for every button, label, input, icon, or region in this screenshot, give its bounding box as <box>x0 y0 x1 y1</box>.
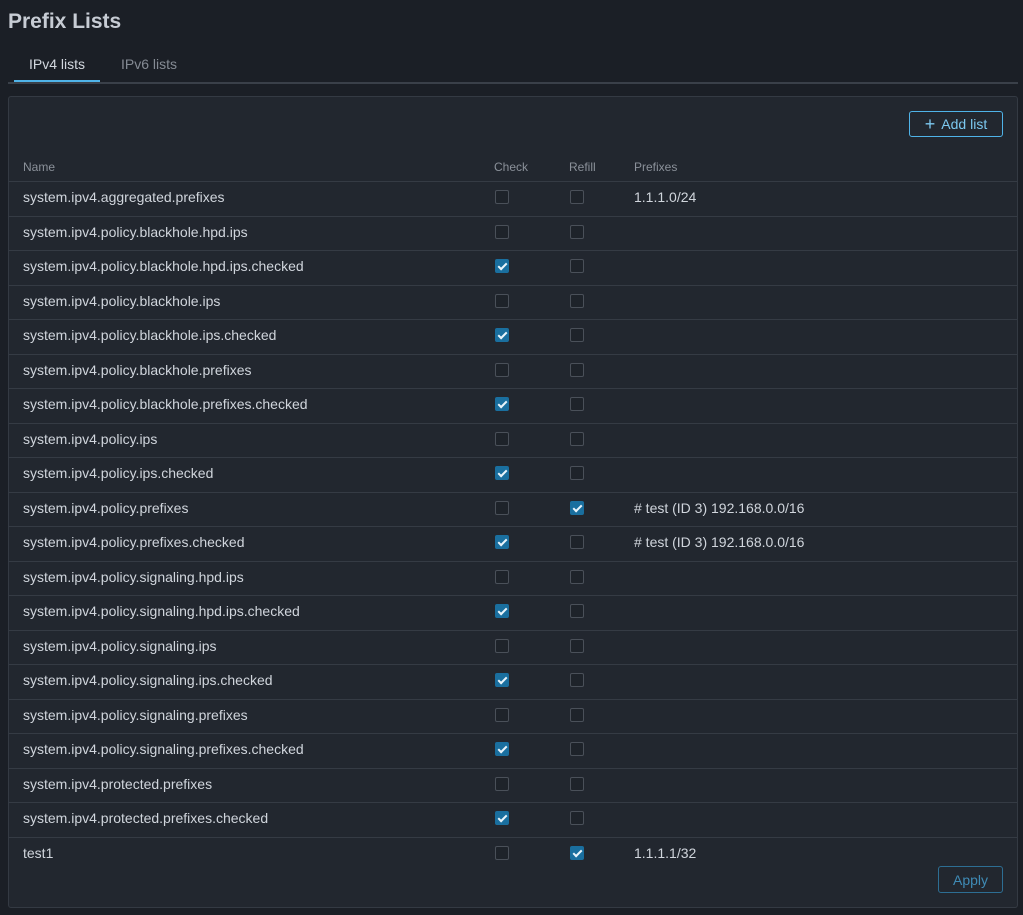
check-checkbox[interactable] <box>495 569 509 584</box>
add-list-button[interactable]: + Add list <box>909 111 1003 137</box>
refill-checkbox[interactable] <box>570 431 584 446</box>
row-prefixes: # test (ID 3) 192.168.0.0/16 <box>634 499 805 516</box>
table-row: system.ipv4.policy.blackhole.prefixes <box>9 355 1017 389</box>
table-row: system.ipv4.policy.blackhole.ips.checked <box>9 320 1017 355</box>
check-checkbox[interactable] <box>495 776 509 791</box>
check-checkbox[interactable] <box>495 431 509 446</box>
table-row: system.ipv4.aggregated.prefixes 1.1.1.0/2… <box>9 182 1017 217</box>
add-list-label: Add list <box>941 116 988 132</box>
row-name[interactable]: system.ipv4.policy.ips.checked <box>23 458 213 491</box>
plus-icon: + <box>924 114 936 134</box>
apply-button[interactable]: Apply <box>938 866 1003 893</box>
check-checkbox[interactable] <box>495 397 509 411</box>
column-header-check[interactable]: Check <box>494 160 528 174</box>
table-row: system.ipv4.policy.signaling.hpd.ips.che… <box>9 596 1017 631</box>
table-row: system.ipv4.policy.prefixes.checked # tes… <box>9 527 1017 562</box>
row-prefixes: # test (ID 3) 192.168.0.0/16 <box>634 534 805 550</box>
row-name[interactable]: system.ipv4.policy.signaling.hpd.ips <box>23 562 244 595</box>
table-row: system.ipv4.policy.prefixes # test (ID 3)… <box>9 493 1017 527</box>
row-name[interactable]: system.ipv4.policy.signaling.prefixes.ch… <box>23 734 304 767</box>
prefix-lists-panel: + Add list Name Check Refill Prefixes sy… <box>8 96 1018 908</box>
row-name[interactable]: system.ipv4.aggregated.prefixes <box>23 182 225 215</box>
check-checkbox[interactable] <box>495 638 509 653</box>
row-name[interactable]: system.ipv4.protected.prefixes <box>23 769 212 802</box>
row-name[interactable]: system.ipv4.policy.blackhole.ips <box>23 286 220 319</box>
check-checkbox[interactable] <box>495 742 509 756</box>
refill-checkbox[interactable] <box>570 224 584 239</box>
row-prefixes: 1.1.1.1/32 <box>634 844 697 861</box>
table-row: test1 1.1.1.1/32 <box>9 838 1017 872</box>
row-name[interactable]: system.ipv4.policy.ips <box>23 424 157 457</box>
refill-checkbox[interactable] <box>570 569 584 584</box>
refill-checkbox[interactable] <box>570 362 584 377</box>
table-row: system.ipv4.protected.prefixes <box>9 769 1017 803</box>
table-row: system.ipv4.policy.blackhole.ips <box>9 286 1017 320</box>
check-checkbox[interactable] <box>495 293 509 308</box>
check-checkbox[interactable] <box>495 466 509 480</box>
refill-checkbox[interactable] <box>570 328 584 342</box>
table-row: system.ipv4.policy.blackhole.hpd.ips.che… <box>9 251 1017 286</box>
row-name[interactable]: system.ipv4.policy.signaling.ips.checked <box>23 665 273 698</box>
refill-checkbox[interactable] <box>570 190 584 204</box>
refill-checkbox[interactable] <box>570 500 584 515</box>
refill-checkbox[interactable] <box>570 259 584 273</box>
row-name[interactable]: test1 <box>23 838 53 871</box>
table-row: system.ipv4.policy.blackhole.hpd.ips <box>9 217 1017 251</box>
check-checkbox[interactable] <box>495 673 509 687</box>
table-header: Name Check Refill Prefixes <box>9 153 1017 182</box>
row-name[interactable]: system.ipv4.protected.prefixes.checked <box>23 803 268 836</box>
row-name[interactable]: system.ipv4.policy.prefixes.checked <box>23 527 245 560</box>
row-name[interactable]: system.ipv4.policy.blackhole.prefixes.ch… <box>23 389 308 422</box>
row-prefixes: 1.1.1.0/24 <box>634 189 697 205</box>
table-row: system.ipv4.policy.ips <box>9 424 1017 458</box>
column-header-name[interactable]: Name <box>23 160 55 174</box>
refill-checkbox[interactable] <box>570 397 584 411</box>
tab-bar: IPv4 lists IPv6 lists <box>8 48 1018 84</box>
table-row: system.ipv4.policy.ips.checked <box>9 458 1017 493</box>
refill-checkbox[interactable] <box>570 535 584 549</box>
row-name[interactable]: system.ipv4.policy.signaling.ips <box>23 631 217 664</box>
refill-checkbox[interactable] <box>570 707 584 722</box>
refill-checkbox[interactable] <box>570 638 584 653</box>
row-name[interactable]: system.ipv4.policy.signaling.hpd.ips.che… <box>23 596 300 629</box>
row-name[interactable]: system.ipv4.policy.prefixes <box>23 493 188 526</box>
check-checkbox[interactable] <box>495 845 509 860</box>
check-checkbox[interactable] <box>495 811 509 825</box>
row-name[interactable]: system.ipv4.policy.blackhole.ips.checked <box>23 320 276 353</box>
tab-ipv4-lists[interactable]: IPv4 lists <box>14 48 100 82</box>
refill-checkbox[interactable] <box>570 673 584 687</box>
table-row: system.ipv4.policy.blackhole.prefixes.ch… <box>9 389 1017 424</box>
table-row: system.ipv4.policy.signaling.ips.checked <box>9 665 1017 700</box>
check-checkbox[interactable] <box>495 707 509 722</box>
table-row: system.ipv4.policy.signaling.prefixes <box>9 700 1017 734</box>
row-name[interactable]: system.ipv4.policy.signaling.prefixes <box>23 700 248 733</box>
table-row: system.ipv4.policy.signaling.ips <box>9 631 1017 665</box>
check-checkbox[interactable] <box>495 535 509 549</box>
refill-checkbox[interactable] <box>570 604 584 618</box>
check-checkbox[interactable] <box>495 259 509 273</box>
check-checkbox[interactable] <box>495 224 509 239</box>
refill-checkbox[interactable] <box>570 811 584 825</box>
table-row: system.ipv4.policy.signaling.hpd.ips <box>9 562 1017 596</box>
check-checkbox[interactable] <box>495 362 509 377</box>
table-row: system.ipv4.protected.prefixes.checked <box>9 803 1017 838</box>
refill-checkbox[interactable] <box>570 466 584 480</box>
column-header-refill[interactable]: Refill <box>569 160 596 174</box>
check-checkbox[interactable] <box>495 328 509 342</box>
check-checkbox[interactable] <box>495 500 509 515</box>
table-row: system.ipv4.policy.signaling.prefixes.ch… <box>9 734 1017 769</box>
row-name[interactable]: system.ipv4.policy.blackhole.hpd.ips.che… <box>23 251 304 284</box>
refill-checkbox[interactable] <box>570 742 584 756</box>
check-checkbox[interactable] <box>495 604 509 618</box>
row-name[interactable]: system.ipv4.policy.blackhole.prefixes <box>23 355 252 388</box>
refill-checkbox[interactable] <box>570 776 584 791</box>
column-header-prefixes[interactable]: Prefixes <box>634 160 677 174</box>
refill-checkbox[interactable] <box>570 293 584 308</box>
row-name[interactable]: system.ipv4.policy.blackhole.hpd.ips <box>23 217 248 250</box>
page-title: Prefix Lists <box>8 10 122 33</box>
table-body: system.ipv4.aggregated.prefixes 1.1.1.0/2… <box>9 182 1017 871</box>
tab-ipv6-lists[interactable]: IPv6 lists <box>118 48 180 80</box>
check-checkbox[interactable] <box>495 190 509 204</box>
refill-checkbox[interactable] <box>570 845 584 860</box>
